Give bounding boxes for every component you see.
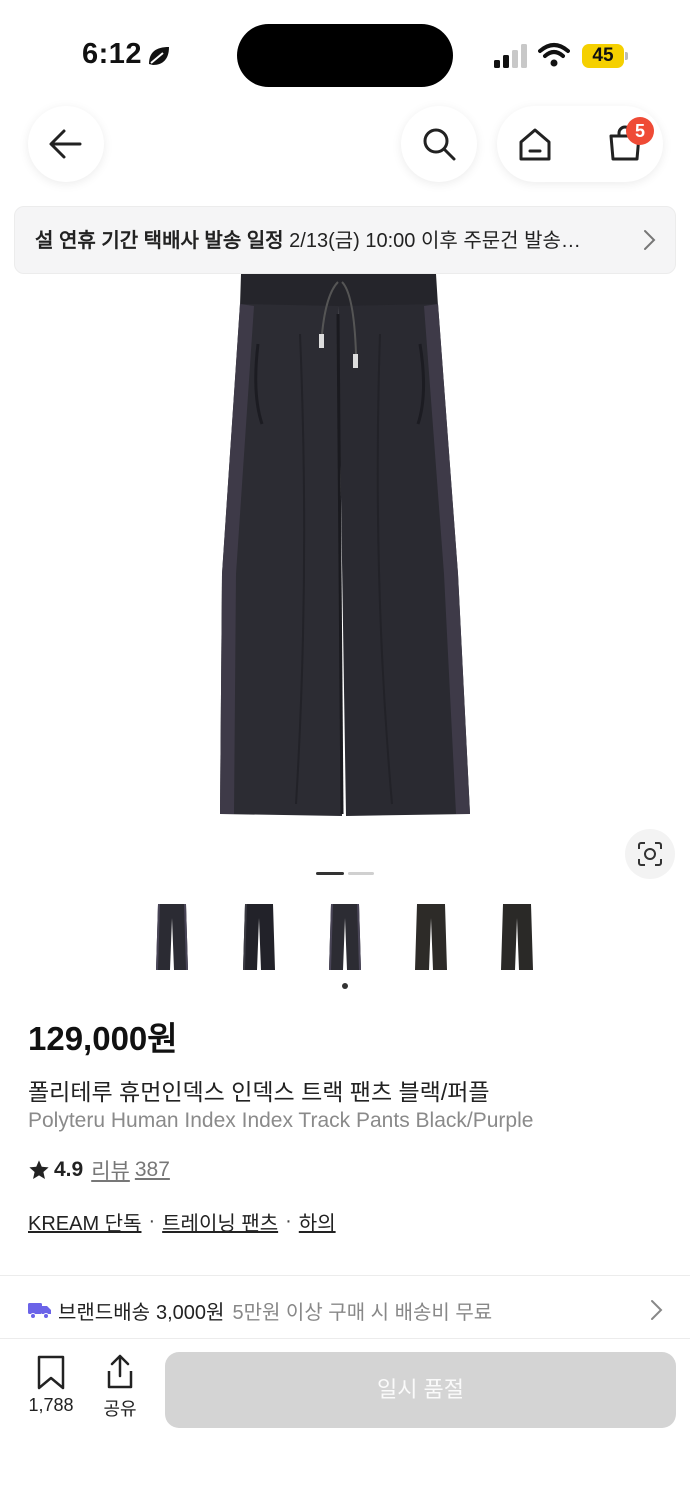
breadcrumb-separator: · bbox=[285, 1210, 292, 1232]
breadcrumb-item[interactable]: 하의 bbox=[299, 1207, 336, 1236]
thumbnail-2[interactable] bbox=[233, 898, 285, 976]
search-icon bbox=[423, 128, 456, 161]
review-count[interactable]: 387 bbox=[135, 1158, 170, 1182]
truck-icon bbox=[28, 1303, 51, 1319]
breadcrumb-item[interactable]: 트레이닝 팬츠 bbox=[162, 1207, 278, 1236]
cart-badge: 5 bbox=[626, 117, 654, 145]
product-name-ko: 폴리테루 휴먼인덱스 인덱스 트랙 팬츠 블랙/퍼플 bbox=[28, 1079, 490, 1105]
rating-value: 4.9 bbox=[54, 1158, 84, 1181]
shipping-note: 5만원 이상 구매 시 배송비 무료 bbox=[232, 1301, 493, 1324]
review-link-label[interactable]: 리뷰 bbox=[91, 1155, 130, 1185]
back-button[interactable] bbox=[28, 106, 104, 182]
image-search-button[interactable] bbox=[625, 829, 675, 879]
leaf-icon bbox=[149, 47, 169, 65]
notice-title: 설 연휴 기간 택배사 발송 일정 bbox=[35, 230, 284, 252]
home-icon[interactable] bbox=[517, 126, 553, 162]
battery-tip bbox=[625, 52, 628, 60]
status-time: 6:12 bbox=[82, 38, 143, 70]
battery-level: 45 bbox=[592, 45, 614, 66]
chevron-right-icon bbox=[651, 1300, 663, 1320]
search-button[interactable] bbox=[401, 106, 477, 182]
shipping-info-row[interactable]: 브랜드배송 3,000원 5만원 이상 구매 시 배송비 무료 bbox=[28, 1292, 668, 1328]
product-price: 129,000원 bbox=[28, 1020, 178, 1057]
lens-icon bbox=[638, 842, 662, 866]
thumbnail-1[interactable] bbox=[146, 898, 198, 976]
share-icon[interactable] bbox=[104, 1354, 136, 1390]
share-label: 공유 bbox=[103, 1399, 137, 1419]
signal-icon bbox=[494, 44, 527, 68]
pagination-dot-active bbox=[316, 872, 344, 875]
notice-body: 2/13(금) 10:00 이후 주문건 발송… bbox=[289, 230, 581, 252]
battery-indicator: 45 bbox=[582, 44, 628, 68]
thumbnail-4[interactable] bbox=[405, 898, 457, 976]
divider bbox=[0, 1275, 690, 1276]
dynamic-island bbox=[237, 24, 453, 87]
rating-row[interactable]: 4.9 리뷰 387 bbox=[28, 1156, 170, 1184]
breadcrumb-item[interactable]: KREAM 단독 bbox=[28, 1207, 141, 1236]
notice-text: 설 연휴 기간 택배사 발송 일정 2/13(금) 10:00 이후 주문건 발… bbox=[35, 207, 631, 275]
bookmark-count: 1,788 bbox=[28, 1395, 74, 1415]
wifi-icon bbox=[538, 43, 570, 67]
shipping-fee: 3,000원 bbox=[156, 1301, 225, 1324]
status-bar: 6:12 45 bbox=[0, 0, 690, 90]
thumbnail-3[interactable] bbox=[319, 898, 371, 976]
thumbnail-selected-dot bbox=[342, 983, 348, 989]
chevron-right-icon bbox=[644, 230, 656, 250]
bookmark-icon[interactable] bbox=[36, 1355, 66, 1391]
sold-out-button[interactable]: 일시 품절 bbox=[165, 1352, 676, 1428]
pagination-dot bbox=[348, 872, 374, 875]
star-icon bbox=[29, 1160, 49, 1179]
gallery-pagination bbox=[316, 872, 376, 876]
product-image[interactable] bbox=[0, 274, 690, 864]
product-name-en: Polyteru Human Index Index Track Pants B… bbox=[28, 1109, 534, 1132]
arrow-left-icon bbox=[49, 129, 82, 159]
category-breadcrumb: KREAM 단독 · 트레이닝 팬츠 · 하의 bbox=[28, 1207, 336, 1236]
notice-banner[interactable]: 설 연휴 기간 택배사 발송 일정 2/13(금) 10:00 이후 주문건 발… bbox=[14, 206, 676, 274]
shipping-label: 브랜드배송 bbox=[58, 1301, 150, 1324]
thumbnail-5[interactable] bbox=[491, 898, 543, 976]
breadcrumb-separator: · bbox=[148, 1210, 156, 1232]
